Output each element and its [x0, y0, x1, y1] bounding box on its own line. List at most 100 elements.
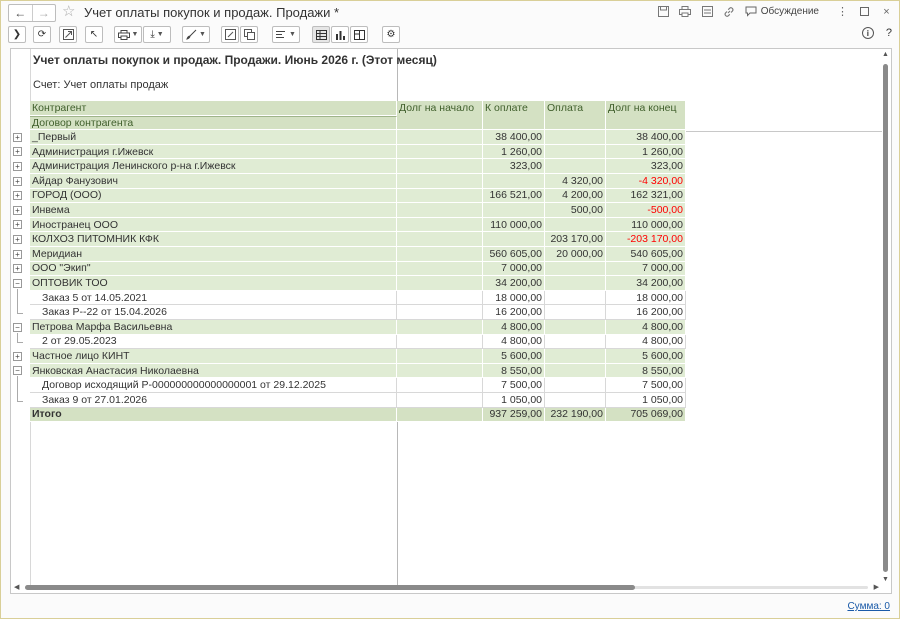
total-debt-start[interactable]: [397, 407, 483, 423]
contract-row[interactable]: Заказ 9 от 27.01.2026 1 050,00 1 050,00: [30, 393, 686, 408]
select-mode-button[interactable]: ↖: [85, 26, 103, 43]
debt-start-cell[interactable]: [397, 174, 483, 189]
counterparty-row[interactable]: ООО "Экип" 7 000,00 7 000,00: [30, 261, 686, 277]
header-contract[interactable]: Договор контрагента: [30, 115, 397, 131]
print-icon[interactable]: [679, 5, 692, 18]
print-menu-button[interactable]: ▼: [114, 26, 142, 43]
discussion-button[interactable]: Обсуждение: [745, 6, 819, 17]
counterparty-name-cell[interactable]: Частное лицо КИНТ: [30, 349, 397, 364]
debt-end-cell[interactable]: 7 500,00: [606, 378, 686, 393]
payment-cell[interactable]: [545, 305, 606, 320]
debt-end-cell[interactable]: 162 321,00: [606, 188, 686, 204]
to-pay-cell[interactable]: 4 800,00: [483, 320, 545, 335]
header-counterparty[interactable]: Контрагент: [30, 101, 397, 116]
debt-start-cell[interactable]: [397, 349, 483, 364]
expand-plus-icon[interactable]: +: [13, 351, 22, 361]
debt-end-cell[interactable]: 540 605,00: [606, 247, 686, 262]
collapse-minus-icon[interactable]: −: [13, 322, 22, 332]
to-pay-cell[interactable]: [483, 174, 545, 189]
total-payment[interactable]: 232 190,00: [545, 407, 606, 423]
counterparty-name-cell[interactable]: Петрова Марфа Васильевна: [30, 320, 397, 335]
vertical-scrollbar[interactable]: ▲ ▼: [880, 49, 891, 585]
scroll-down-icon[interactable]: ▼: [882, 576, 889, 583]
to-pay-cell[interactable]: 1 050,00: [483, 393, 545, 408]
expand-plus-icon[interactable]: +: [13, 234, 22, 244]
expand-plus-icon[interactable]: +: [13, 161, 22, 171]
counterparty-name-cell[interactable]: Меридиан: [30, 247, 397, 262]
payment-cell[interactable]: 4 320,00: [545, 174, 606, 189]
debt-end-cell[interactable]: 34 200,00: [606, 276, 686, 291]
to-pay-cell[interactable]: 8 550,00: [483, 363, 545, 379]
debt-start-cell[interactable]: [397, 378, 483, 393]
table-view-button[interactable]: [312, 26, 330, 43]
preview-icon[interactable]: [701, 5, 714, 18]
collapse-minus-icon[interactable]: −: [13, 278, 22, 288]
report-area[interactable]: Учет оплаты покупок и продаж. Продажи. И…: [10, 48, 892, 594]
debt-end-cell[interactable]: 5 600,00: [606, 349, 686, 364]
horizontal-scroll-thumb[interactable]: [25, 585, 635, 590]
save-menu-button[interactable]: ⤓ ▼: [143, 26, 171, 43]
payment-cell[interactable]: [545, 378, 606, 393]
expand-plus-icon[interactable]: +: [13, 132, 22, 142]
counterparty-name-cell[interactable]: Администрация г.Ижевск: [30, 144, 397, 160]
payment-cell[interactable]: [545, 290, 606, 306]
debt-start-cell[interactable]: [397, 203, 483, 218]
expand-plus-icon[interactable]: +: [13, 205, 22, 215]
header-payment[interactable]: Оплата: [545, 101, 606, 131]
header-to-pay[interactable]: К оплате: [483, 101, 545, 131]
close-icon[interactable]: ×: [880, 5, 893, 18]
debt-end-cell[interactable]: 38 400,00: [606, 130, 686, 145]
counterparty-row[interactable]: _Первый 38 400,00 38 400,00: [30, 130, 686, 145]
contract-row[interactable]: Заказ Р--22 от 15.04.2026 16 200,00 16 200…: [30, 305, 686, 320]
payment-cell[interactable]: [545, 334, 606, 350]
payment-cell[interactable]: [545, 276, 606, 291]
payment-cell[interactable]: [545, 261, 606, 277]
payment-cell[interactable]: [545, 363, 606, 379]
debt-start-cell[interactable]: [397, 188, 483, 204]
to-pay-cell[interactable]: 166 521,00: [483, 188, 545, 204]
counterparty-row[interactable]: Инвема 500,00 -500,00: [30, 203, 686, 218]
scroll-up-icon[interactable]: ▲: [882, 51, 889, 58]
contract-name-cell[interactable]: 2 от 29.05.2023: [30, 334, 397, 350]
debt-start-cell[interactable]: [397, 276, 483, 291]
counterparty-name-cell[interactable]: _Первый: [30, 130, 397, 145]
debt-start-cell[interactable]: [397, 159, 483, 174]
edit-button[interactable]: [221, 26, 239, 43]
debt-start-cell[interactable]: [397, 247, 483, 262]
settings-button[interactable]: ⚙: [382, 26, 400, 43]
contract-row[interactable]: Договор исходящий Р-000000000000000001 о…: [30, 378, 686, 393]
info-icon[interactable]: i: [861, 27, 874, 39]
debt-end-cell[interactable]: -4 320,00: [606, 174, 686, 189]
contract-name-cell[interactable]: Заказ Р--22 от 15.04.2026: [30, 305, 397, 320]
to-pay-cell[interactable]: 16 200,00: [483, 305, 545, 320]
payment-cell[interactable]: [545, 349, 606, 364]
to-pay-cell[interactable]: 323,00: [483, 159, 545, 174]
refresh-button[interactable]: ⟳: [33, 26, 51, 43]
debt-end-cell[interactable]: 4 800,00: [606, 320, 686, 335]
to-pay-cell[interactable]: [483, 203, 545, 218]
counterparty-name-cell[interactable]: КОЛХОЗ ПИТОМНИК КФК: [30, 232, 397, 247]
expand-plus-icon[interactable]: +: [13, 176, 22, 186]
counterparty-row[interactable]: Администрация Ленинского р-на г.Ижевск 32…: [30, 159, 686, 174]
debt-end-cell[interactable]: 18 000,00: [606, 290, 686, 306]
to-pay-cell[interactable]: 4 800,00: [483, 334, 545, 350]
contract-row[interactable]: Заказ 5 от 14.05.2021 18 000,00 18 000,00: [30, 290, 686, 306]
debt-end-cell[interactable]: -203 170,00: [606, 232, 686, 247]
counterparty-row[interactable]: Частное лицо КИНТ 5 600,00 5 600,00: [30, 349, 686, 364]
expand-plus-icon[interactable]: +: [13, 264, 22, 274]
debt-end-cell[interactable]: 1 050,00: [606, 393, 686, 408]
structure-menu-button[interactable]: ▼: [272, 26, 300, 43]
debt-start-cell[interactable]: [397, 305, 483, 320]
counterparty-name-cell[interactable]: Инвема: [30, 203, 397, 218]
counterparty-name-cell[interactable]: ОПТОВИК ТОО: [30, 276, 397, 291]
contract-name-cell[interactable]: Заказ 5 от 14.05.2021: [30, 290, 397, 306]
counterparty-row[interactable]: ОПТОВИК ТОО 34 200,00 34 200,00: [30, 276, 686, 291]
debt-end-cell[interactable]: 7 000,00: [606, 261, 686, 277]
scroll-right-icon[interactable]: ▶: [874, 583, 879, 591]
expand-panel-button[interactable]: ❯: [8, 26, 26, 43]
table-and-chart-button[interactable]: [350, 26, 368, 43]
expand-plus-icon[interactable]: +: [13, 249, 22, 259]
counterparty-row[interactable]: Янковская Анастасия Николаевна 8 550,00 8 …: [30, 363, 686, 379]
debt-start-cell[interactable]: [397, 290, 483, 306]
counterparty-name-cell[interactable]: ГОРОД (ООО): [30, 188, 397, 204]
